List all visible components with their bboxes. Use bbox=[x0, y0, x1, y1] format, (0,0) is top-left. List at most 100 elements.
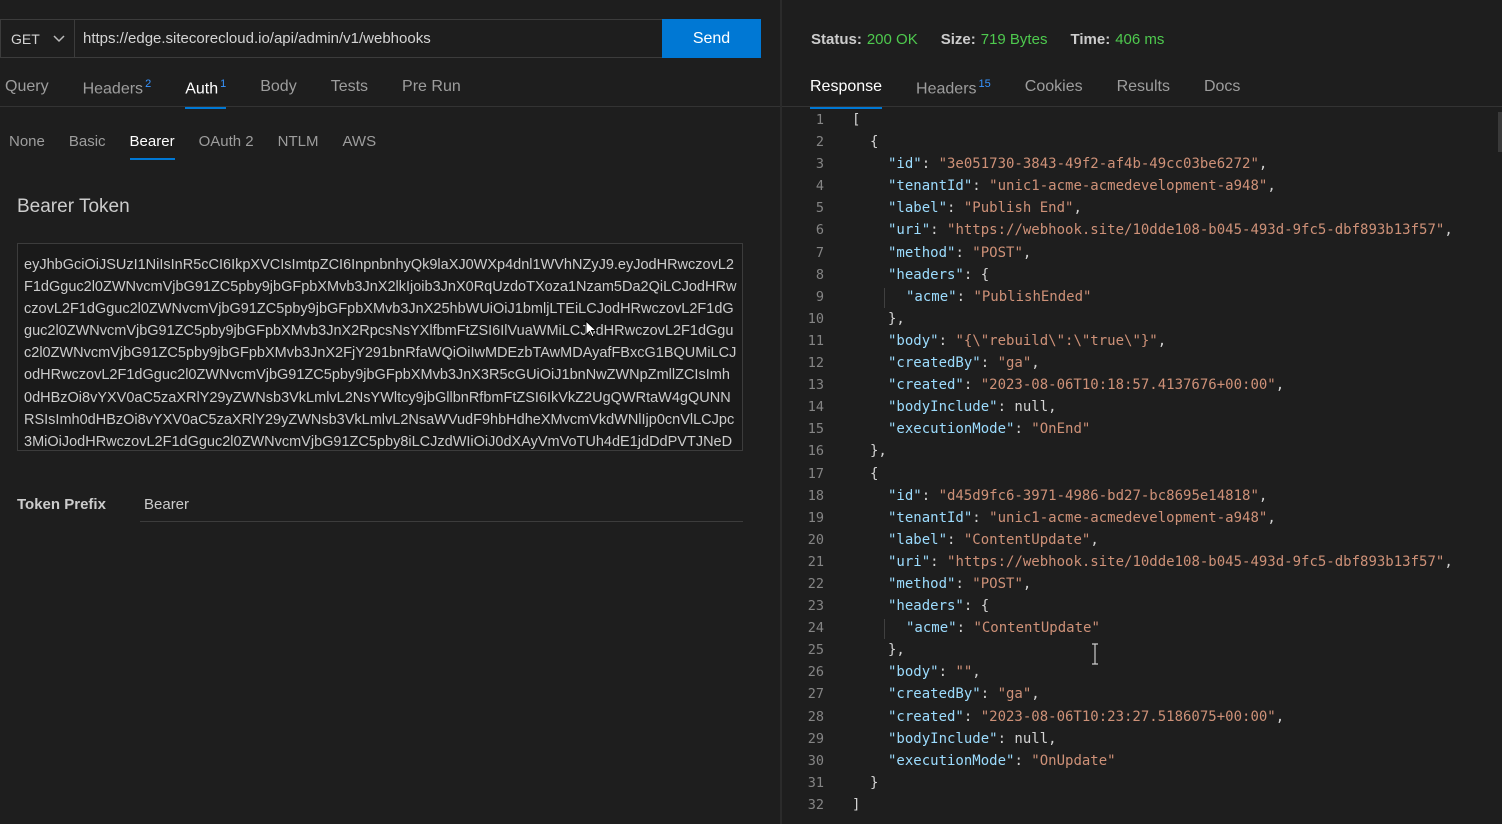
code-line: 17 { bbox=[782, 463, 1502, 485]
bearer-token-input[interactable]: eyJhbGciOiJSUzI1NiIsInR5cCI6IkpXVCIsImtp… bbox=[17, 243, 743, 451]
auth-tab-oauth-2[interactable]: OAuth 2 bbox=[199, 133, 254, 157]
code-text: "executionMode": "OnUpdate" bbox=[888, 750, 1116, 772]
request-tab-query[interactable]: Query bbox=[5, 78, 49, 106]
response-tab-cookies[interactable]: Cookies bbox=[1025, 78, 1083, 106]
json-punctuation: : bbox=[972, 178, 990, 195]
json-string: "{\"rebuild\":\"true\"}" bbox=[955, 332, 1158, 349]
response-tab-results[interactable]: Results bbox=[1117, 78, 1170, 106]
json-string: "PublishEnded" bbox=[973, 288, 1092, 305]
json-punctuation: : null, bbox=[997, 730, 1057, 747]
response-tab-headers[interactable]: Headers 15 bbox=[916, 78, 991, 106]
code-text: "method": "POST", bbox=[888, 242, 1031, 264]
code-text: "headers": { bbox=[888, 264, 989, 286]
code-text: ] bbox=[852, 794, 860, 816]
code-line: 14 "bodyInclude": null, bbox=[782, 396, 1502, 418]
json-punctuation: , bbox=[1275, 377, 1285, 394]
response-tab-response[interactable]: Response bbox=[810, 78, 883, 109]
code-text: "body": "{\"rebuild\":\"true\"}", bbox=[888, 330, 1166, 352]
code-line: 1[ bbox=[782, 109, 1502, 131]
code-line: 21 "uri": "https://webhook.site/10dde108-… bbox=[782, 551, 1502, 573]
auth-tab-label: Basic bbox=[68, 133, 106, 150]
code-text: "body": "", bbox=[888, 661, 981, 683]
json-punctuation: : bbox=[972, 509, 990, 526]
line-number: 11 bbox=[807, 332, 824, 349]
json-punctuation: : bbox=[921, 487, 939, 504]
status-value: 200 OK bbox=[866, 31, 918, 48]
line-number: 28 bbox=[807, 708, 824, 725]
auth-tab-none[interactable]: None bbox=[9, 133, 45, 157]
code-text: "createdBy": "ga", bbox=[888, 352, 1040, 374]
json-key: "id" bbox=[888, 487, 922, 504]
request-tab-label: Pre Run bbox=[402, 78, 461, 95]
auth-tab-label: NTLM bbox=[277, 133, 319, 150]
json-string: "2023-08-06T10:18:57.4137676+00:00" bbox=[980, 377, 1276, 394]
auth-tab-basic[interactable]: Basic bbox=[69, 133, 106, 157]
code-text: "createdBy": "ga", bbox=[888, 683, 1040, 705]
method-value: GET bbox=[11, 30, 40, 47]
json-string: "ga" bbox=[997, 355, 1032, 372]
json-punctuation: , bbox=[1258, 156, 1268, 173]
code-line: 8 "headers": { bbox=[782, 264, 1502, 286]
request-tab-body[interactable]: Body bbox=[260, 78, 296, 106]
request-tab-headers[interactable]: Headers 2 bbox=[83, 78, 152, 106]
code-text: "uri": "https://webhook.site/10dde108-b0… bbox=[888, 219, 1453, 241]
request-tab-label: Query bbox=[5, 78, 49, 95]
token-prefix-label: Token Prefix bbox=[17, 496, 106, 513]
code-text: "tenantId": "unic1-acme-acmedevelopment-… bbox=[888, 175, 1276, 197]
json-key: "bodyInclude" bbox=[888, 730, 998, 747]
json-string: "Publish End" bbox=[963, 200, 1074, 217]
auth-tab-ntlm[interactable]: NTLM bbox=[278, 133, 319, 157]
json-key: "createdBy" bbox=[888, 355, 981, 372]
json-string: "unic1-acme-acmedevelopment-a948" bbox=[989, 178, 1268, 195]
code-text: { bbox=[870, 131, 878, 153]
auth-tab-bearer[interactable]: Bearer bbox=[129, 133, 175, 160]
size-label: Size: bbox=[940, 31, 976, 48]
response-tab-label: Results bbox=[1116, 78, 1170, 95]
auth-tab-label: Bearer bbox=[129, 133, 175, 150]
code-line: 31} bbox=[782, 772, 1502, 794]
code-line: 15 "executionMode": "OnEnd" bbox=[782, 418, 1502, 440]
url-value: https://edge.sitecorecloud.io/api/admin/… bbox=[83, 30, 431, 47]
response-pane: Status: 200 OK Size: 719 Bytes Time: 406… bbox=[782, 0, 1502, 824]
code-text: [ bbox=[852, 109, 860, 131]
method-select[interactable]: GET bbox=[0, 19, 75, 58]
json-string: "https://webhook.site/10dde108-b045-493d… bbox=[947, 222, 1445, 239]
code-line: 22 "method": "POST", bbox=[782, 573, 1502, 595]
send-button[interactable]: Send bbox=[662, 19, 761, 58]
code-line: 26 "body": "", bbox=[782, 661, 1502, 683]
json-key: "executionMode" bbox=[888, 752, 1015, 769]
size-value: 719 Bytes bbox=[980, 31, 1048, 48]
json-punctuation: : bbox=[1014, 421, 1032, 438]
line-number: 7 bbox=[815, 244, 824, 261]
indent-guide bbox=[884, 287, 885, 308]
line-number: 13 bbox=[807, 377, 824, 394]
url-input[interactable]: https://edge.sitecorecloud.io/api/admin/… bbox=[75, 19, 663, 58]
code-line: 10}, bbox=[782, 308, 1502, 330]
line-number: 8 bbox=[815, 266, 824, 283]
json-key: "id" bbox=[888, 156, 922, 173]
json-punctuation: : { bbox=[963, 266, 990, 283]
json-string: "ContentUpdate" bbox=[973, 620, 1100, 637]
json-punctuation: }, bbox=[870, 443, 887, 460]
line-number: 6 bbox=[815, 222, 824, 239]
code-line: 2{ bbox=[782, 131, 1502, 153]
code-line: 18 "id": "d45d9fc6-3971-4986-bd27-bc8695e… bbox=[782, 485, 1502, 507]
response-body[interactable]: 1[2{3 "id": "3e051730-3843-49f2-af4b-49cc… bbox=[782, 109, 1502, 824]
code-line: 7 "method": "POST", bbox=[782, 242, 1502, 264]
request-tab-tests[interactable]: Tests bbox=[331, 78, 368, 106]
code-text: "created": "2023-08-06T10:18:57.4137676+… bbox=[888, 374, 1284, 396]
bearer-token-title: Bearer Token bbox=[17, 196, 130, 217]
status-label: Status: bbox=[811, 31, 862, 48]
json-key: "bodyInclude" bbox=[888, 399, 998, 416]
json-key: "tenantId" bbox=[888, 178, 973, 195]
token-prefix-input[interactable]: Bearer bbox=[140, 488, 743, 522]
request-tab-auth[interactable]: Auth 1 bbox=[185, 78, 227, 109]
line-number: 20 bbox=[807, 531, 824, 548]
auth-tab-aws[interactable]: AWS bbox=[342, 133, 376, 157]
response-scrollbar[interactable] bbox=[1498, 112, 1502, 152]
code-text: "id": "d45d9fc6-3971-4986-bd27-bc8695e14… bbox=[888, 485, 1267, 507]
json-punctuation: : bbox=[956, 288, 974, 305]
indent-guide bbox=[884, 619, 885, 640]
request-tab-pre-run[interactable]: Pre Run bbox=[402, 78, 461, 106]
response-tab-docs[interactable]: Docs bbox=[1204, 78, 1240, 106]
